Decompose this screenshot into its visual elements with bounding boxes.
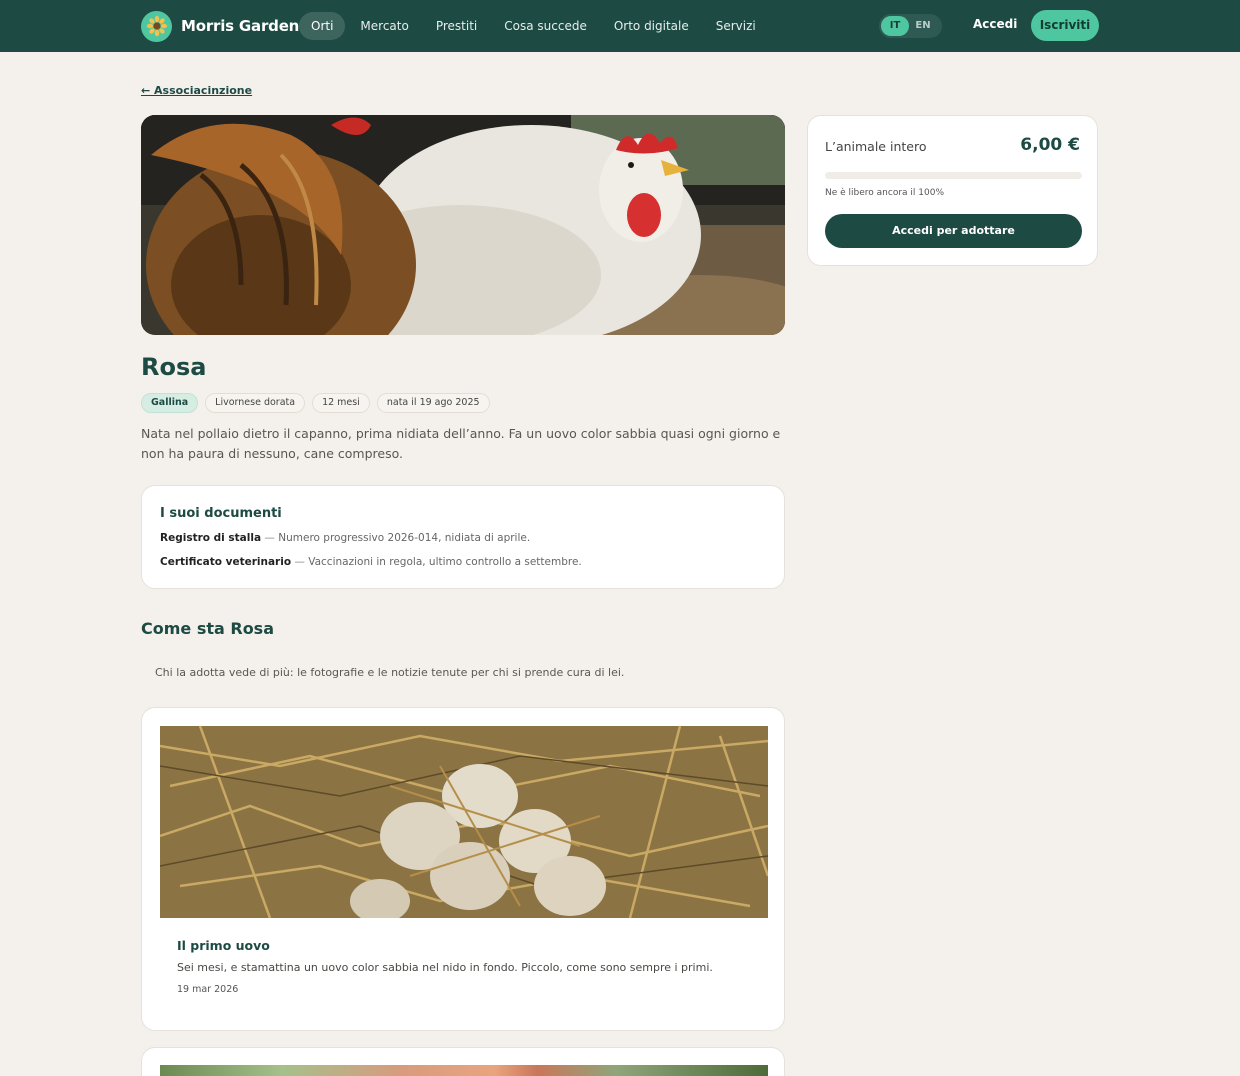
document-text: Numero progressivo 2026-014, nidiata di … [278, 532, 531, 544]
brand-name: Morris Garden [181, 17, 300, 35]
species-badge: Gallina [141, 393, 199, 413]
document-text: Vaccinazioni in regola, ultimo controllo… [308, 556, 582, 568]
share-label: L’animale intero [825, 139, 927, 154]
nav-link-cosa-succede[interactable]: Cosa succede [492, 12, 599, 40]
animal-description: Nata nel pollaio dietro il capanno, prim… [141, 426, 781, 461]
animal-tags: Gallina Livornese dorata 12 mesi nata il… [141, 393, 497, 413]
top-navigation: Morris Garden Orti Mercato Prestiti Cosa… [0, 0, 1240, 52]
age-badge: 12 mesi [312, 393, 370, 413]
language-option-it[interactable]: IT [881, 16, 909, 36]
documents-title: I suoi documenti [160, 506, 282, 521]
document-name: Registro di stalla [160, 532, 262, 544]
adoption-progress-bar [825, 172, 1082, 179]
documents-card: I suoi documenti Registro di stalla — Nu… [141, 485, 785, 589]
nav-link-mercato[interactable]: Mercato [348, 12, 420, 40]
document-separator: — [291, 556, 309, 568]
post-body: Sei mesi, e stamattina un uovo color sab… [177, 961, 713, 974]
adopt-button[interactable]: Accedi per adottare [825, 214, 1082, 248]
availability-text: Ne è libero ancora il 100% [825, 188, 944, 198]
signup-button[interactable]: Iscriviti [1031, 10, 1099, 41]
animal-photo [141, 115, 785, 335]
adoption-price: 6,00 € [1020, 135, 1080, 155]
nav-link-prestiti[interactable]: Prestiti [424, 12, 489, 40]
document-separator: — [261, 532, 279, 544]
updates-title: Come sta Rosa [141, 619, 274, 638]
post-date: 19 mar 2026 [177, 984, 239, 995]
breed-badge: Livornese dorata [205, 393, 306, 413]
nav-links: Orti Mercato Prestiti Cosa succede Orto … [299, 12, 771, 40]
login-link[interactable]: Accedi [973, 17, 1017, 31]
document-name: Certificato veterinario [160, 556, 292, 568]
document-item: Registro di stalla — Numero progressivo … [160, 532, 530, 544]
update-post: Il primo uovo Sei mesi, e stamattina un … [141, 707, 785, 1031]
nav-link-orti[interactable]: Orti [299, 12, 346, 40]
post-photo [160, 726, 768, 918]
document-item: Certificato veterinario — Vaccinazioni i… [160, 556, 582, 568]
sunflower-icon [141, 10, 172, 42]
post-title: Il primo uovo [177, 938, 270, 953]
nav-link-servizi[interactable]: Servizi [704, 12, 768, 40]
birthdate-badge: nata il 19 ago 2025 [376, 393, 490, 413]
language-option-en[interactable]: EN [909, 16, 937, 36]
language-switcher: IT EN [879, 14, 942, 38]
update-post [141, 1047, 785, 1076]
adoption-card: L’animale intero 6,00 € Ne è libero anco… [807, 115, 1098, 266]
post-photo [160, 1065, 768, 1076]
updates-subtitle: Chi la adotta vede di più: le fotografie… [155, 666, 625, 679]
nav-link-orto-digitale[interactable]: Orto digitale [602, 12, 701, 40]
brand[interactable]: Morris Garden [141, 10, 299, 42]
back-link[interactable]: ← Associacinzione [141, 84, 252, 97]
animal-name: Rosa [141, 353, 207, 381]
